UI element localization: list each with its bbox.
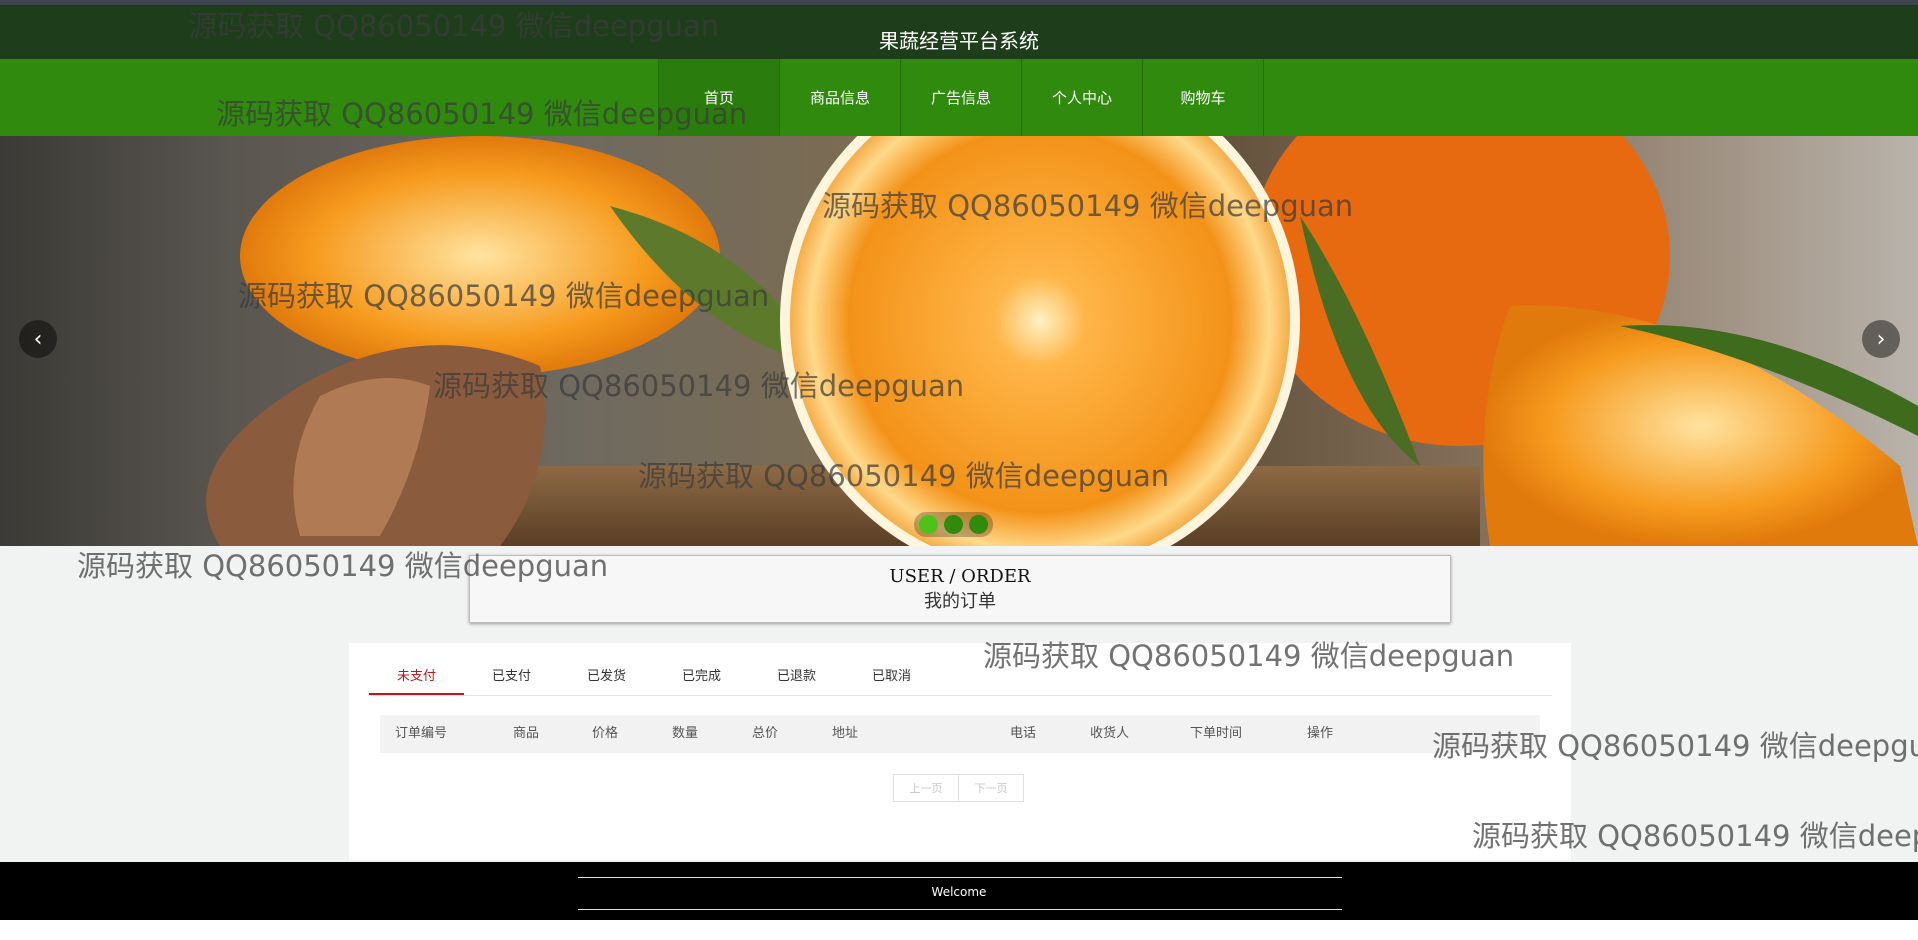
site-footer: Welcome — [0, 862, 1918, 920]
orders-table-header: 订单编号 商品 价格 数量 总价 地址 电话 收货人 下单时间 操作 — [380, 715, 1540, 753]
nav-item-products[interactable]: 商品信息 — [779, 59, 900, 136]
tab-unpaid[interactable]: 未支付 — [369, 659, 464, 695]
order-section-title: USER / ORDER 我的订单 — [469, 555, 1451, 623]
pagination: 上一页 下一页 — [893, 774, 1024, 802]
carousel-dot-1[interactable] — [919, 515, 938, 534]
column-order-id: 订单编号 — [395, 726, 448, 741]
site-title: 果蔬经营平台系统 — [879, 29, 1039, 53]
footer-divider-bottom — [578, 909, 1342, 910]
next-page-button[interactable]: 下一页 — [959, 774, 1024, 802]
column-order-time: 下单时间 — [1190, 726, 1243, 741]
tab-cancelled[interactable]: 已取消 — [844, 659, 939, 695]
column-total: 总价 — [752, 726, 779, 741]
nav-item-cart[interactable]: 购物车 — [1142, 59, 1264, 136]
column-actions: 操作 — [1307, 726, 1334, 741]
prev-page-button[interactable]: 上一页 — [893, 774, 959, 802]
column-price: 价格 — [592, 726, 619, 741]
carousel-dot-2[interactable] — [944, 515, 963, 534]
order-title-en: USER / ORDER — [889, 566, 1031, 587]
carousel-indicators — [914, 512, 993, 537]
nav-item-ads[interactable]: 广告信息 — [900, 59, 1021, 136]
site-header: 果蔬经营平台系统 — [0, 5, 1918, 59]
carousel-next-button[interactable]: › — [1862, 320, 1900, 358]
tab-refunded[interactable]: 已退款 — [749, 659, 844, 695]
order-status-tabs: 未支付 已支付 已发货 已完成 已退款 已取消 — [369, 659, 1552, 696]
tab-completed[interactable]: 已完成 — [654, 659, 749, 695]
tab-shipped[interactable]: 已发货 — [559, 659, 654, 695]
column-receiver: 收货人 — [1090, 726, 1130, 741]
banner-image — [206, 136, 1918, 546]
column-quantity: 数量 — [672, 726, 699, 741]
footer-divider-top — [578, 877, 1342, 878]
order-title-cn: 我的订单 — [924, 591, 996, 612]
carousel-prev-button[interactable]: ‹ — [19, 320, 57, 358]
column-product: 商品 — [513, 726, 540, 741]
column-phone: 电话 — [1010, 726, 1037, 741]
main-nav: 首页 商品信息 广告信息 个人中心 购物车 — [0, 59, 1918, 136]
carousel-dot-3[interactable] — [969, 515, 988, 534]
page-bottom — [0, 920, 1918, 940]
tab-paid[interactable]: 已支付 — [464, 659, 559, 695]
nav-item-profile[interactable]: 个人中心 — [1021, 59, 1142, 136]
nav-item-home[interactable]: 首页 — [658, 59, 779, 136]
orders-panel: 未支付 已支付 已发货 已完成 已退款 已取消 订单编号 商品 价格 数量 总价… — [349, 643, 1571, 860]
footer-welcome: Welcome — [931, 885, 987, 899]
column-address: 地址 — [832, 726, 859, 741]
banner-carousel: ‹ › — [0, 136, 1918, 546]
